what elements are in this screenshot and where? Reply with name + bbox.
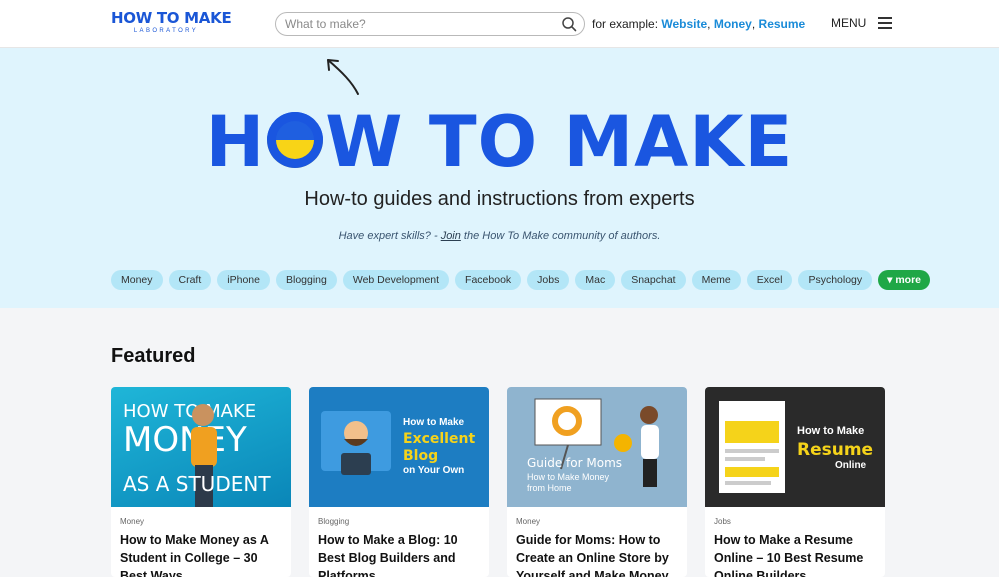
hero-title-end: W TO MAKE xyxy=(325,101,794,183)
resume-illustration: How to Make Resume Online xyxy=(719,401,873,493)
thumb-line-1: How to Make xyxy=(403,417,465,428)
card-category[interactable]: Money xyxy=(120,517,144,526)
card-category[interactable]: Money xyxy=(516,517,540,526)
card-title[interactable]: How to Make a Blog: 10 Best Blog Builder… xyxy=(318,531,484,577)
thumb-line-2: MONEY xyxy=(123,420,247,460)
mom-presentation-illustration: Guide for Moms How to Make Money from Ho… xyxy=(527,398,659,493)
student-illustration: HOW TO MAKE MONEY AS A STUDENT xyxy=(123,401,271,507)
more-tags-button[interactable]: ▾ more xyxy=(878,270,931,290)
featured-heading: Featured xyxy=(111,345,196,367)
thumb-line-4: on Your Own xyxy=(403,465,464,476)
site-header: HOW TO MAKE LABORATORY for example: Webs… xyxy=(0,0,999,48)
tag-meme[interactable]: Meme xyxy=(691,270,741,290)
hero-note: Have expert skills? - Join the How To Ma… xyxy=(0,230,999,242)
ukraine-flag-icon xyxy=(267,112,324,168)
example-link-resume[interactable]: Resume xyxy=(759,17,806,31)
tag-excel[interactable]: Excel xyxy=(746,270,793,290)
card-thumbnail: HOW TO MAKE MONEY AS A STUDENT xyxy=(111,387,291,507)
hero-title-start: H xyxy=(205,101,266,183)
search-examples: for example: Website, Money, Resume xyxy=(592,17,806,31)
site-logo[interactable]: HOW TO MAKE LABORATORY xyxy=(111,9,232,35)
thumb-line-1: HOW TO MAKE xyxy=(123,401,256,422)
card-thumbnail: Guide for Moms How to Make Money from Ho… xyxy=(507,387,687,507)
thumb-line-1: How to Make xyxy=(797,425,864,437)
tag-psychology[interactable]: Psychology xyxy=(798,270,873,290)
curved-arrow-icon xyxy=(327,59,359,95)
thumb-line-2: Excellent xyxy=(403,431,475,447)
thumb-line-3: from Home xyxy=(527,483,572,493)
tag-craft[interactable]: Craft xyxy=(168,270,212,290)
blogger-illustration: How to Make Excellent Blog on Your Own xyxy=(321,411,475,476)
thumb-line-3: Blog xyxy=(403,448,438,464)
thumb-line-2: How to Make Money xyxy=(527,472,610,482)
hero-note-end: the How To Make community of authors. xyxy=(460,230,661,242)
hamburger-icon xyxy=(878,17,893,29)
card-thumbnail: How to Make Resume Online xyxy=(705,387,885,507)
hero-title: H W TO MAKE xyxy=(0,104,999,180)
examples-prefix: for example: xyxy=(592,17,659,31)
topic-tags: Money Craft iPhone Blogging Web Developm… xyxy=(111,270,931,290)
menu-label: MENU xyxy=(831,16,867,30)
tag-iphone[interactable]: iPhone xyxy=(217,270,270,290)
tag-blogging[interactable]: Blogging xyxy=(275,270,337,290)
logo-subtitle: LABORATORY xyxy=(133,28,199,34)
card-title[interactable]: How to Make Money as A Student in Colleg… xyxy=(120,531,286,577)
featured-card-money-student[interactable]: HOW TO MAKE MONEY AS A STUDENT Money How… xyxy=(111,387,291,577)
tag-snapchat[interactable]: Snapchat xyxy=(621,270,686,290)
card-category[interactable]: Blogging xyxy=(318,517,349,526)
example-link-money[interactable]: Money xyxy=(714,17,752,31)
card-thumbnail: How to Make Excellent Blog on Your Own xyxy=(309,387,489,507)
featured-card-resume[interactable]: How to Make Resume Online Jobs How to Ma… xyxy=(705,387,885,577)
featured-card-moms[interactable]: Guide for Moms How to Make Money from Ho… xyxy=(507,387,687,577)
featured-card-blog[interactable]: How to Make Excellent Blog on Your Own B… xyxy=(309,387,489,577)
card-category[interactable]: Jobs xyxy=(714,517,731,526)
tag-money[interactable]: Money xyxy=(111,270,163,290)
card-title[interactable]: Guide for Moms: How to Create an Online … xyxy=(516,531,682,577)
tag-jobs[interactable]: Jobs xyxy=(527,270,570,290)
hero-subtitle: How-to guides and instructions from expe… xyxy=(304,188,695,210)
thumb-line-2: Resume xyxy=(797,440,873,460)
hero-note-start: Have expert skills? - xyxy=(338,230,441,242)
example-link-website[interactable]: Website xyxy=(661,17,707,31)
search-box xyxy=(275,12,585,36)
join-link[interactable]: Join xyxy=(441,230,461,242)
card-title[interactable]: How to Make a Resume Online – 10 Best Re… xyxy=(714,531,880,577)
thumb-line-3: Online xyxy=(835,460,867,471)
tag-web-development[interactable]: Web Development xyxy=(342,270,450,290)
thumb-line-1: Guide for Moms xyxy=(527,456,622,470)
search-input[interactable] xyxy=(285,16,555,32)
search-icon[interactable] xyxy=(561,16,577,32)
thumb-line-3: AS A STUDENT xyxy=(123,472,271,496)
tag-facebook[interactable]: Facebook xyxy=(455,270,522,290)
menu-button[interactable]: MENU xyxy=(831,16,893,30)
logo-text: HOW TO MAKE xyxy=(111,9,232,27)
tag-mac[interactable]: Mac xyxy=(575,270,616,290)
